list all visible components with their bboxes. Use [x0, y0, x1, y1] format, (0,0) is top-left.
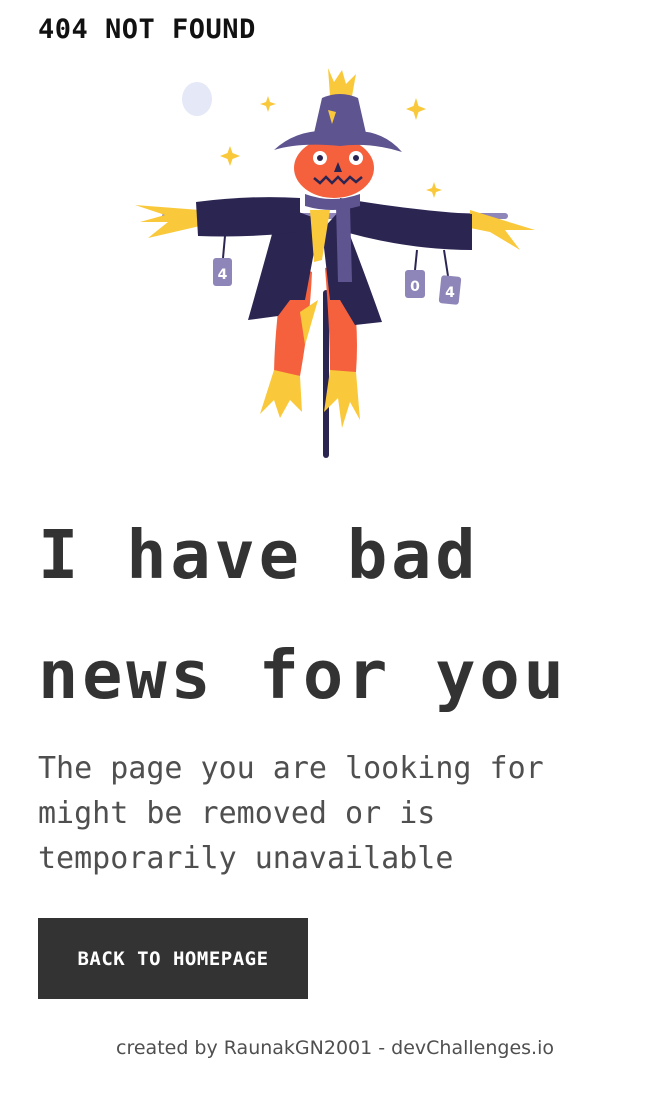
back-to-homepage-button[interactable]: BACK TO HOMEPAGE	[38, 918, 308, 999]
footer-credit: created by RaunakGN2001 - devChallenges.…	[116, 1037, 554, 1059]
headline: I have bad news for you	[38, 516, 568, 714]
can-label: 4	[445, 285, 455, 301]
can-label: 4	[218, 267, 228, 283]
pole	[323, 290, 329, 458]
scarecrow-illustration: 4 0 4	[130, 60, 540, 465]
can-icon: 0	[405, 249, 425, 298]
can-icon: 4	[213, 235, 232, 286]
moon-icon	[182, 82, 212, 116]
error-message: The page you are looking for might be re…	[38, 751, 544, 876]
can-icon: 4	[438, 249, 462, 305]
page-title: 404 NOT FOUND	[38, 14, 256, 45]
can-label: 0	[410, 279, 420, 295]
